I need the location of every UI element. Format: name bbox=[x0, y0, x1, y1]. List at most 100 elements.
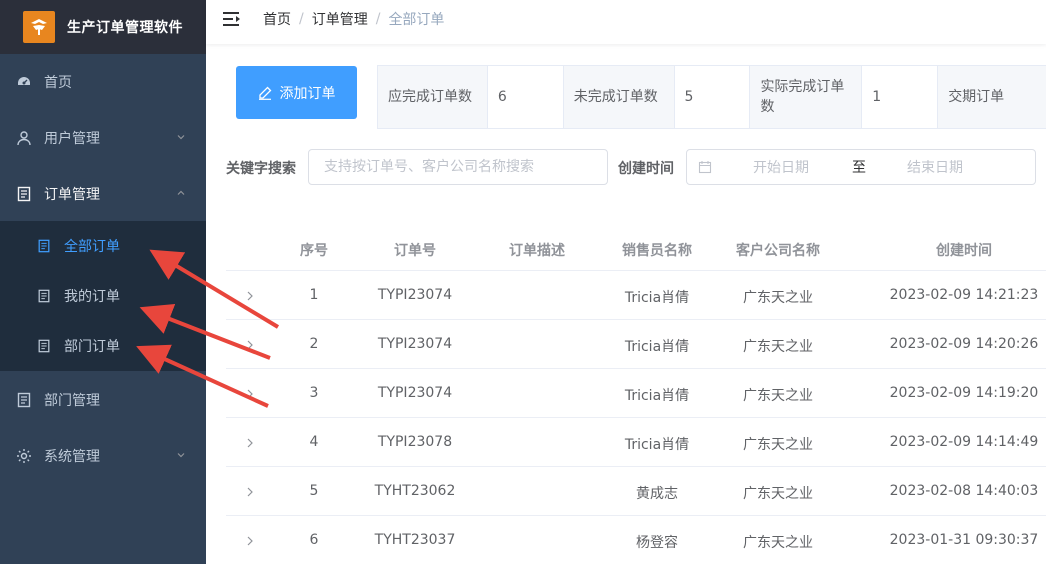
keyword-search-label: 关键字搜索 bbox=[226, 161, 296, 177]
collapse-menu-icon[interactable] bbox=[223, 12, 241, 26]
app-title: 生产订单管理软件 bbox=[67, 20, 183, 36]
start-date-input[interactable]: 开始日期 bbox=[753, 157, 809, 177]
document-icon bbox=[36, 288, 52, 304]
submenu-item-label: 全部订单 bbox=[64, 239, 120, 255]
table-row[interactable]: 2 TYPI23074 Tricia肖倩 广东天之业 2023-02-09 14:20:… bbox=[226, 320, 1046, 369]
add-order-label: 添加订单 bbox=[279, 85, 336, 102]
stat-value-unfinished: 5 bbox=[674, 66, 751, 128]
dashboard-icon bbox=[16, 74, 32, 90]
user-icon bbox=[16, 130, 32, 146]
stat-label-completed: 实际完成订单数 bbox=[750, 66, 863, 128]
sidebar-item-label: 部门管理 bbox=[44, 393, 100, 409]
breadcrumb-orders[interactable]: 订单管理 bbox=[312, 9, 368, 29]
stat-label-unfinished: 未完成订单数 bbox=[563, 66, 675, 128]
breadcrumb-current: 全部订单 bbox=[388, 12, 445, 28]
orders-table: 序号 订单号 订单描述 销售员名称 客户公司名称 创建时间 1 TYPI23074… bbox=[226, 224, 1046, 564]
cell-order-no: TYPI23074 bbox=[377, 385, 453, 401]
cell-customer: 广东天之业 bbox=[743, 290, 813, 306]
submenu-item-dept-orders[interactable]: 部门订单 bbox=[0, 321, 206, 371]
table-row[interactable]: 3 TYPI23074 Tricia肖倩 广东天之业 2023-02-09 14:19:… bbox=[226, 369, 1046, 418]
submenu-item-all-orders[interactable]: 全部订单 bbox=[0, 221, 206, 271]
document-icon bbox=[16, 186, 32, 202]
submenu: 全部订单 我的订单 部门订单 bbox=[0, 221, 206, 371]
cell-order-no: TYPI23078 bbox=[377, 434, 453, 450]
column-header-created-time: 创建时间 bbox=[936, 243, 992, 259]
cell-customer: 广东天之业 bbox=[743, 535, 813, 551]
order-stats: 应完成订单数 6 未完成订单数 5 实际完成订单数 1 交期订单 bbox=[377, 65, 1046, 129]
range-separator: 至 bbox=[852, 160, 866, 176]
cell-order-no: TYHT23062 bbox=[374, 483, 456, 499]
table-row[interactable]: 6 TYHT23037 杨登容 广东天之业 2023-01-31 09:30:37 bbox=[226, 516, 1046, 564]
sidebar: 生产订单管理软件 首页 用户管理 订单管理 全部订单 我的订单 部门订单 部门管… bbox=[0, 0, 206, 564]
cell-created-time: 2023-02-09 14:14:49 bbox=[889, 434, 1039, 450]
sidebar-item-users[interactable]: 用户管理 bbox=[0, 110, 206, 166]
column-header-order-no: 订单号 bbox=[394, 243, 436, 259]
stat-value-due: 6 bbox=[487, 66, 564, 128]
column-header-index: 序号 bbox=[300, 243, 328, 259]
calendar-icon bbox=[698, 161, 712, 174]
cell-index: 3 bbox=[309, 385, 319, 401]
cell-salesperson: Tricia肖倩 bbox=[624, 339, 690, 355]
breadcrumb-separator: / bbox=[299, 11, 304, 27]
cell-order-no: TYPI23074 bbox=[377, 287, 453, 303]
cell-index: 1 bbox=[309, 287, 319, 303]
cell-created-time: 2023-01-31 09:30:37 bbox=[889, 532, 1039, 548]
edit-icon bbox=[258, 86, 271, 100]
keyword-search-input[interactable] bbox=[308, 149, 608, 185]
chevron-down-icon bbox=[177, 453, 185, 458]
end-date-input[interactable]: 结束日期 bbox=[907, 157, 963, 177]
column-header-description: 订单描述 bbox=[509, 243, 565, 259]
expand-row-chevron-icon[interactable] bbox=[246, 291, 254, 301]
cell-index: 5 bbox=[309, 483, 319, 499]
document-icon bbox=[36, 338, 52, 354]
table-body: 1 TYPI23074 Tricia肖倩 广东天之业 2023-02-09 14:21:… bbox=[226, 271, 1046, 564]
cell-index: 2 bbox=[309, 336, 319, 352]
cell-order-no: TYHT23037 bbox=[374, 532, 456, 548]
cell-created-time: 2023-02-09 14:19:20 bbox=[889, 385, 1039, 401]
expand-row-chevron-icon[interactable] bbox=[246, 340, 254, 350]
created-time-label: 创建时间 bbox=[618, 161, 674, 177]
table-row[interactable]: 1 TYPI23074 Tricia肖倩 广东天之业 2023-02-09 14:21:… bbox=[226, 271, 1046, 320]
stat-label-delivery: 交期订单 bbox=[938, 66, 1046, 128]
document-icon bbox=[16, 392, 32, 408]
add-order-button[interactable]: 添加订单 bbox=[236, 66, 357, 119]
cell-salesperson: 杨登容 bbox=[636, 535, 678, 551]
cell-salesperson: 黄成志 bbox=[636, 486, 678, 502]
breadcrumb: 首页 / 订单管理 / 全部订单 bbox=[263, 9, 444, 29]
expand-row-chevron-icon[interactable] bbox=[246, 389, 254, 399]
created-time-range-picker[interactable]: 开始日期 至 结束日期 bbox=[686, 149, 1036, 185]
sidebar-item-departments[interactable]: 部门管理 bbox=[0, 372, 206, 428]
sidebar-item-home[interactable]: 首页 bbox=[0, 54, 206, 110]
submenu-item-my-orders[interactable]: 我的订单 bbox=[0, 271, 206, 321]
cell-salesperson: Tricia肖倩 bbox=[624, 290, 690, 306]
expand-row-chevron-icon[interactable] bbox=[246, 536, 254, 546]
sidebar-item-label: 用户管理 bbox=[44, 131, 100, 147]
cell-created-time: 2023-02-09 14:21:23 bbox=[889, 287, 1039, 303]
table-row[interactable]: 4 TYPI23078 Tricia肖倩 广东天之业 2023-02-09 14:14:… bbox=[226, 418, 1046, 467]
expand-row-chevron-icon[interactable] bbox=[246, 487, 254, 497]
document-icon bbox=[36, 238, 52, 254]
brand: 生产订单管理软件 bbox=[0, 0, 206, 54]
breadcrumb-separator: / bbox=[375, 11, 381, 27]
cell-index: 4 bbox=[309, 434, 319, 450]
sidebar-item-label: 系统管理 bbox=[44, 449, 100, 465]
sidebar-item-label: 订单管理 bbox=[44, 187, 100, 203]
sidebar-item-system[interactable]: 系统管理 bbox=[0, 428, 206, 484]
cell-index: 6 bbox=[309, 532, 319, 548]
cell-salesperson: Tricia肖倩 bbox=[624, 388, 690, 404]
cell-created-time: 2023-02-08 14:40:03 bbox=[889, 483, 1039, 499]
stat-value-completed: 1 bbox=[862, 66, 939, 128]
breadcrumb-home[interactable]: 首页 bbox=[263, 9, 291, 29]
column-header-customer: 客户公司名称 bbox=[736, 243, 820, 259]
sidebar-item-orders[interactable]: 订单管理 bbox=[0, 166, 206, 222]
expand-row-chevron-icon[interactable] bbox=[246, 438, 254, 448]
chevron-up-icon bbox=[177, 190, 185, 195]
cell-salesperson: Tricia肖倩 bbox=[624, 437, 690, 453]
chevron-down-icon bbox=[177, 135, 185, 140]
cell-created-time: 2023-02-09 14:20:26 bbox=[889, 336, 1039, 352]
column-header-salesperson: 销售员名称 bbox=[622, 243, 692, 259]
table-row[interactable]: 5 TYHT23062 黄成志 广东天之业 2023-02-08 14:40:03 bbox=[226, 467, 1046, 516]
submenu-item-label: 我的订单 bbox=[64, 289, 120, 305]
table-header: 序号 订单号 订单描述 销售员名称 客户公司名称 创建时间 bbox=[226, 224, 1046, 271]
top-navbar: 首页 / 订单管理 / 全部订单 bbox=[206, 0, 1046, 44]
